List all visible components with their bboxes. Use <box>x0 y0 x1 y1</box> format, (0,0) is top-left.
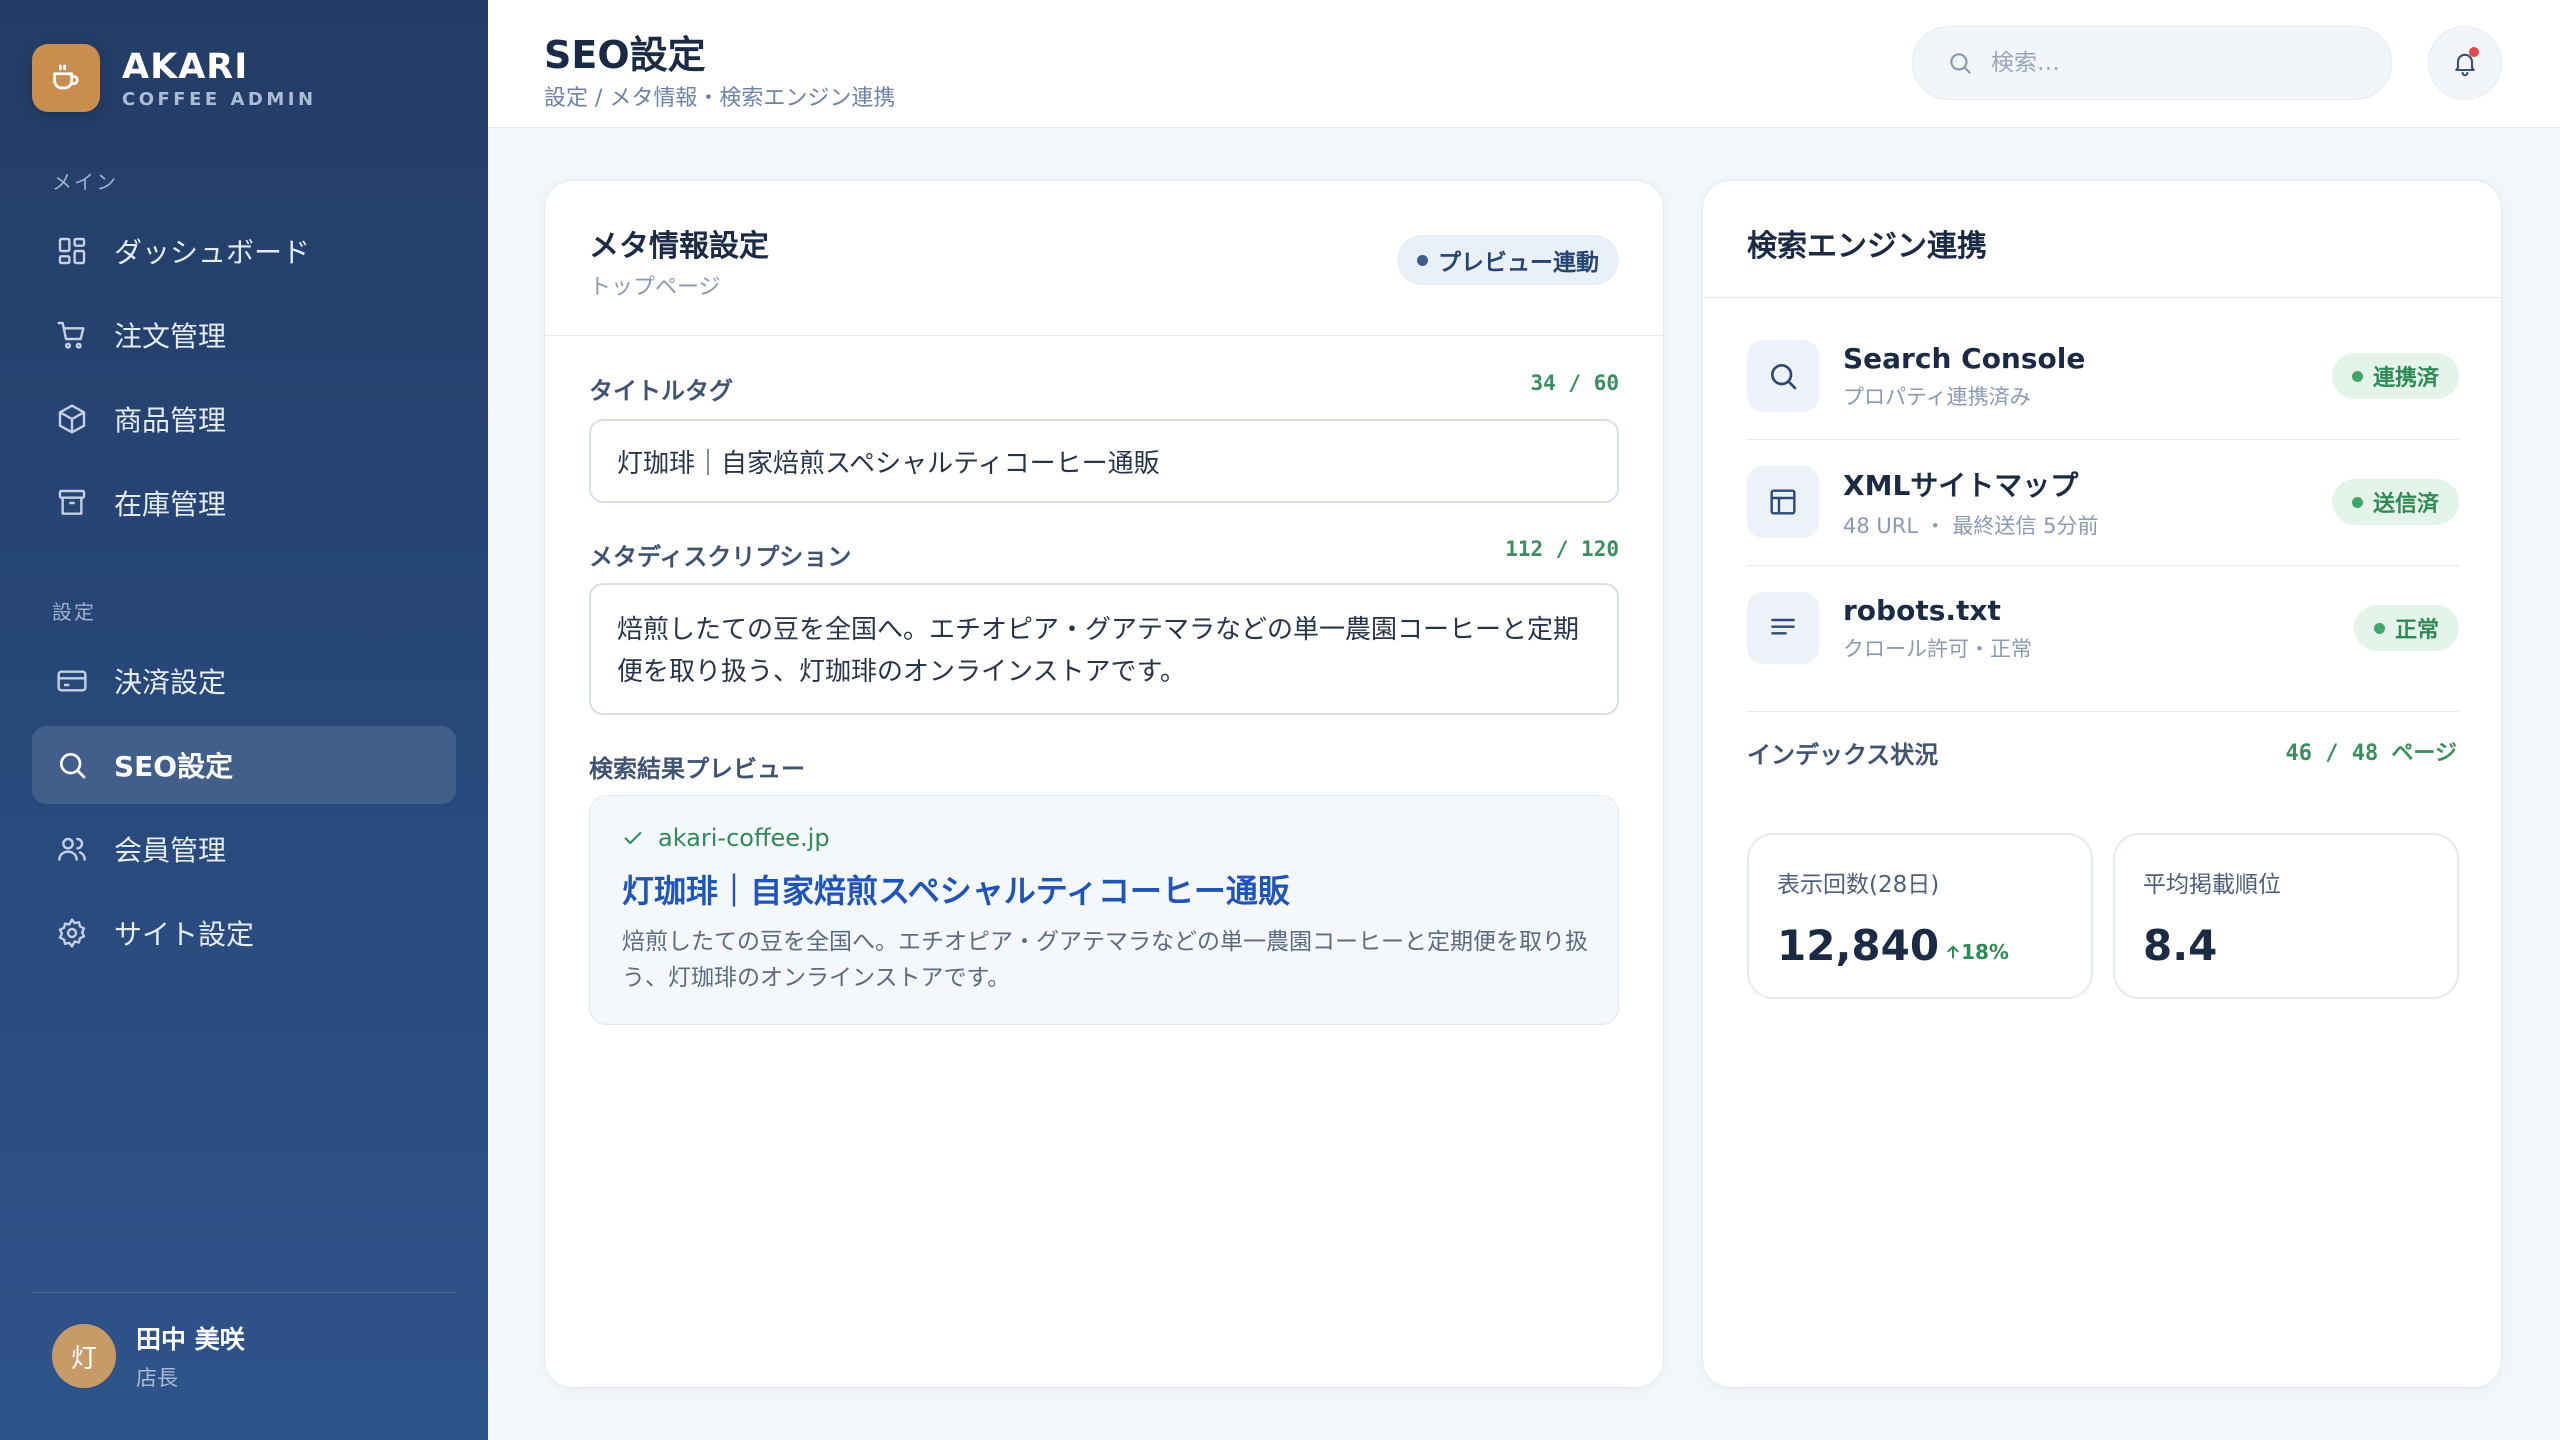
stat-label: 平均掲載順位 <box>2143 872 2281 898</box>
engine-name: XMLサイトマップ <box>1843 469 2079 502</box>
sidebar-item-label: 会員管理 <box>114 834 227 867</box>
sidebar-item-orders[interactable]: 注文管理 <box>32 296 456 374</box>
sidebar-item-label: SEO設定 <box>114 750 234 783</box>
check-icon <box>624 831 642 845</box>
sidebar-item-label: 在庫管理 <box>114 488 227 521</box>
cart-icon <box>57 321 85 349</box>
status-label: 正常 <box>2394 618 2439 643</box>
sidebar-item-dashboard[interactable]: ダッシュボード <box>32 212 456 290</box>
engine-row-robots[interactable]: robots.txt クロール許可・正常 正常 <box>1747 565 2459 691</box>
user-role: 店長 <box>136 1366 178 1390</box>
status-label: 連携済 <box>2372 366 2439 391</box>
arrow-up-icon <box>1947 945 1959 959</box>
sidebar-item-payment[interactable]: 決済設定 <box>32 642 456 720</box>
badge-label: プレビュー連動 <box>1438 250 1599 276</box>
notification-dot <box>2469 47 2479 57</box>
sidebar-item-seo[interactable]: SEO設定 <box>32 726 456 804</box>
engine-detail: クロール許可・正常 <box>1843 636 2032 661</box>
engine-name: robots.txt <box>1843 593 2001 627</box>
sidebar-item-members[interactable]: 会員管理 <box>32 810 456 888</box>
user-profile[interactable]: 灯 田中 美咲 店長 <box>52 1320 245 1392</box>
users-icon <box>58 837 86 861</box>
gear-icon <box>58 918 86 948</box>
meta-description-label: メタディスクリプション <box>589 543 852 571</box>
sidebar: AKARI COFFEE ADMIN メイン ダッシュボード 注文管理 商品管理… <box>0 0 488 1440</box>
sidebar-item-label: ダッシュボード <box>114 236 311 269</box>
credit-card-icon <box>57 670 87 692</box>
sidebar-divider <box>32 1292 456 1293</box>
search-engine-card: 検索エンジン連携 Search Console プロパティ連携済み 連携済 XM… <box>1702 180 2502 1388</box>
sidebar-item-label: 注文管理 <box>114 320 227 353</box>
search-icon <box>1747 340 1819 412</box>
status-dot <box>2351 496 2363 508</box>
stat-value: 8.4 <box>2143 921 2218 970</box>
trend-up: 18% <box>1945 940 2009 964</box>
sidebar-item-label: 商品管理 <box>114 404 227 437</box>
stat-value: 12,840 <box>1777 921 1940 970</box>
page-title: SEO設定 <box>544 33 706 77</box>
card-title: メタ情報設定 <box>589 229 769 264</box>
meta-description-counter: 112 / 120 <box>1505 537 1619 561</box>
trend-value: 18% <box>1961 940 2009 964</box>
title-tag-input[interactable]: 灯珈琲｜自家焙煎スペシャルティコーヒー通販 <box>589 419 1619 503</box>
status-dot <box>1417 254 1428 266</box>
engine-row-search-console[interactable]: Search Console プロパティ連携済み 連携済 <box>1747 313 2459 439</box>
dashboard-grid-icon <box>58 237 86 265</box>
engine-detail: 48 URL ・ 最終送信 5分前 <box>1843 514 2099 538</box>
user-name: 田中 美咲 <box>136 1325 245 1354</box>
breadcrumb: 設定 / メタ情報・検索エンジン連携 <box>544 86 896 111</box>
archive-icon <box>58 489 86 515</box>
title-tag-counter: 34 / 60 <box>1530 371 1619 395</box>
row-divider <box>1747 711 2459 712</box>
search-icon <box>60 753 86 779</box>
meta-settings-card: メタ情報設定 トップページ プレビュー連動 タイトルタグ 34 / 60 灯珈琲… <box>544 180 1664 1388</box>
card-divider <box>545 335 1663 336</box>
search-result-preview: akari-coffee.jp 灯珈琲｜自家焙煎スペシャルティコーヒー通販 焙煎… <box>589 795 1619 1025</box>
search-box[interactable] <box>1912 26 2392 100</box>
search-icon <box>1950 53 1971 74</box>
sidebar-item-label: 決済設定 <box>114 666 227 699</box>
sitemap-layout-icon <box>1747 466 1819 538</box>
index-status-label: インデックス状況 <box>1747 741 1939 769</box>
nav-section-settings: 設定 <box>52 600 96 624</box>
nav-section-main: メイン <box>52 170 118 194</box>
top-header: SEO設定 設定 / メタ情報・検索エンジン連携 <box>488 0 2560 128</box>
sidebar-item-inventory[interactable]: 在庫管理 <box>32 464 456 542</box>
avatar: 灯 <box>52 1324 116 1388</box>
meta-description-textarea[interactable]: 焙煎したての豆を全国へ。エチオピア・グアテマラなどの単一農園コーヒーと定期便を取… <box>589 583 1619 715</box>
brand-name: AKARI <box>122 46 249 87</box>
brand[interactable]: AKARI COFFEE ADMIN <box>32 44 317 112</box>
title-tag-label: タイトルタグ <box>589 377 733 405</box>
card-title: 検索エンジン連携 <box>1747 229 1987 264</box>
text-lines-icon <box>1747 592 1819 664</box>
status-badge: 送信済 <box>2331 479 2459 525</box>
search-preview-label: 検索結果プレビュー <box>589 755 805 783</box>
engine-row-sitemap[interactable]: XMLサイトマップ 48 URL ・ 最終送信 5分前 送信済 <box>1747 439 2459 565</box>
brand-subtitle: COFFEE ADMIN <box>122 88 317 110</box>
index-status-value: 46 / 48 ページ <box>2285 741 2457 766</box>
sidebar-item-label: サイト設定 <box>114 918 255 951</box>
status-dot <box>2373 622 2385 634</box>
preview-title[interactable]: 灯珈琲｜自家焙煎スペシャルティコーヒー通販 <box>622 866 1586 912</box>
sidebar-item-products[interactable]: 商品管理 <box>32 380 456 458</box>
preview-description: 焙煎したての豆を全国へ。エチオピア・グアテマラなどの単一農園コーヒーと定期便を取… <box>622 929 1588 991</box>
notifications-button[interactable] <box>2428 26 2502 100</box>
stat-label: 表示回数(28日) <box>1777 872 1940 898</box>
sidebar-item-site-settings[interactable]: サイト設定 <box>32 894 456 972</box>
engine-detail: プロパティ連携済み <box>1843 384 2031 409</box>
status-badge: 正常 <box>2353 605 2459 651</box>
card-divider <box>1703 297 2501 298</box>
stat-card-avg-position: 平均掲載順位 8.4 <box>2113 833 2459 999</box>
search-input[interactable] <box>1991 50 2371 76</box>
coffee-cup-icon <box>32 44 100 112</box>
status-badge: 連携済 <box>2331 353 2459 399</box>
preview-sync-badge: プレビュー連動 <box>1397 235 1619 285</box>
box-icon <box>58 404 86 434</box>
preview-url: akari-coffee.jp <box>658 824 830 852</box>
card-subtitle: トップページ <box>589 275 721 300</box>
status-dot <box>2351 370 2363 382</box>
status-label: 送信済 <box>2372 492 2439 517</box>
stat-card-impressions: 表示回数(28日) 12,840 18% <box>1747 833 2093 999</box>
engine-name: Search Console <box>1843 341 2086 375</box>
